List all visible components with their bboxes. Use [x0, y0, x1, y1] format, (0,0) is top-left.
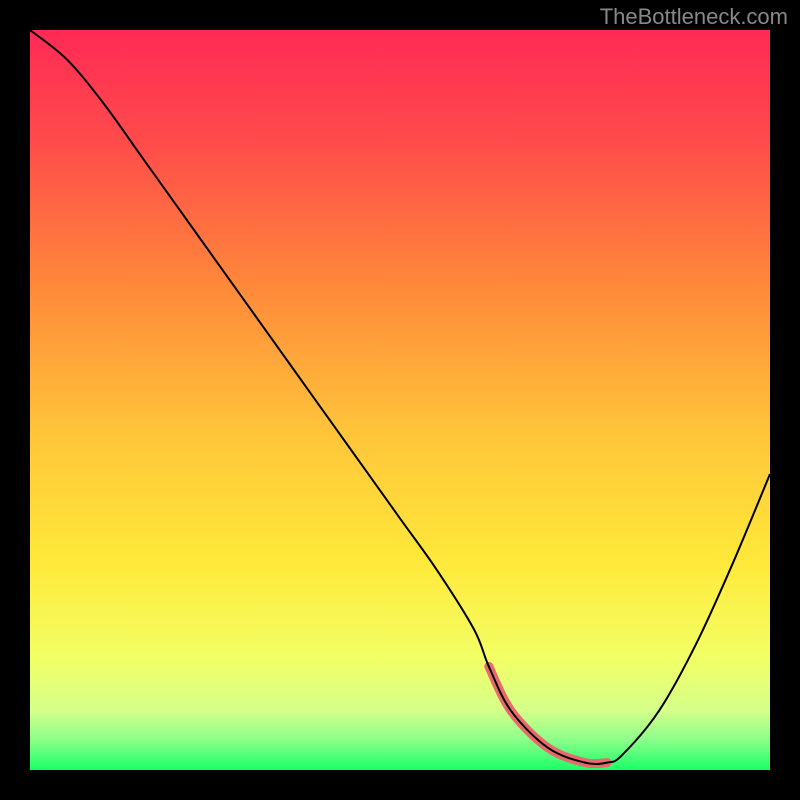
highlight-segment [489, 666, 607, 763]
watermark-text: TheBottleneck.com [600, 4, 788, 30]
plot-area [30, 30, 770, 770]
chart-svg [30, 30, 770, 770]
bottleneck-curve [30, 30, 770, 764]
